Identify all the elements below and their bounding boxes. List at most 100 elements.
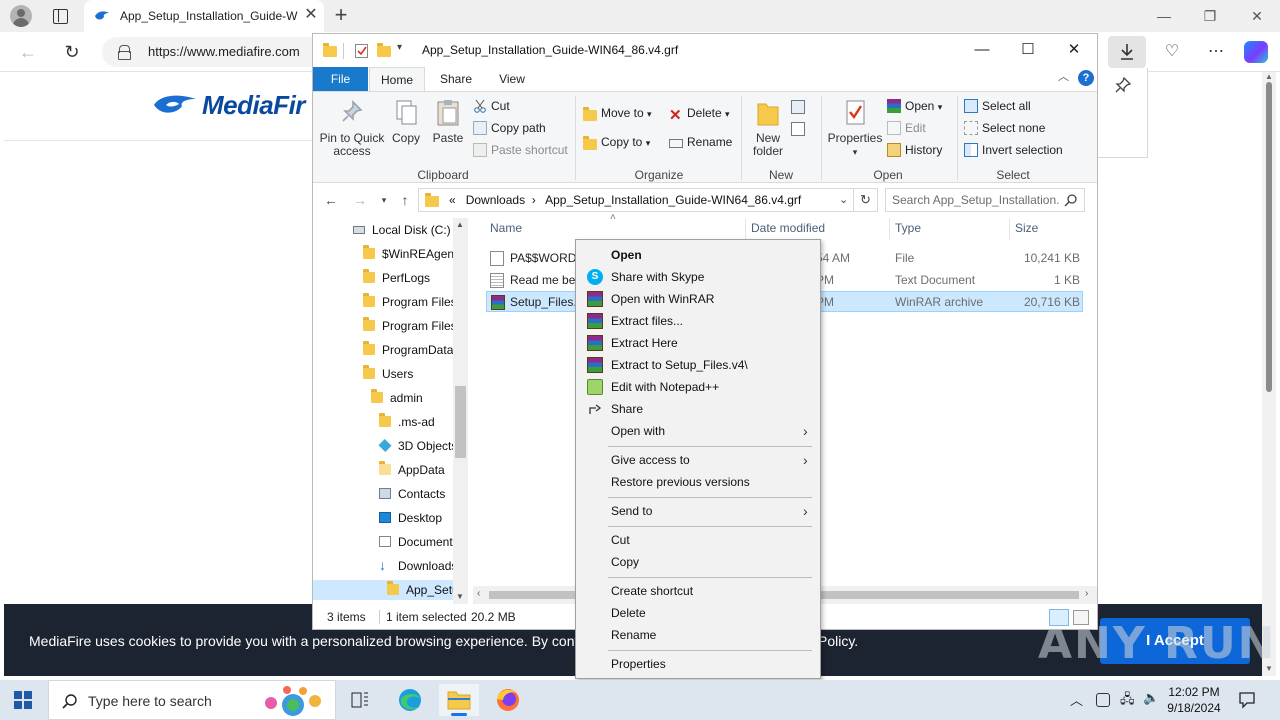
volume-icon[interactable]: 🔈 — [1143, 690, 1159, 706]
paste-button[interactable]: Paste — [431, 98, 465, 145]
browser-maximize-button[interactable]: ❐ — [1199, 6, 1221, 26]
column-header-date[interactable]: Date modified — [751, 221, 825, 235]
scroll-up-icon[interactable]: ▲ — [456, 220, 464, 229]
qa-customize-icon[interactable]: ▾ — [397, 42, 411, 56]
scroll-right-icon[interactable]: › — [1085, 588, 1088, 599]
menu-item-cut[interactable]: Cut — [578, 529, 818, 551]
task-view-icon[interactable] — [340, 684, 380, 716]
tab-home[interactable]: Home — [369, 67, 425, 91]
new-folder-button[interactable]: New folder — [747, 98, 789, 158]
tray-overflow-icon[interactable]: ︿ — [1070, 690, 1083, 709]
menu-item-restore-previous-versions[interactable]: Restore previous versions — [578, 471, 818, 493]
address-segment-downloads[interactable]: Downloads — [466, 193, 525, 207]
ribbon-collapse-icon[interactable]: ︿ — [1058, 69, 1072, 85]
copy-path-button[interactable]: Copy path — [473, 119, 546, 137]
downloads-button[interactable] — [1108, 36, 1146, 68]
column-header-type[interactable]: Type — [895, 221, 921, 235]
profile-avatar-icon[interactable] — [10, 5, 32, 27]
copy-button[interactable]: Copy — [389, 98, 423, 145]
menu-item-properties[interactable]: Properties — [578, 653, 818, 675]
column-header-size[interactable]: Size — [1015, 221, 1038, 235]
pin-to-quick-access-button[interactable]: Pin to Quick access — [319, 98, 385, 158]
invert-selection-button[interactable]: Invert selection — [964, 141, 1063, 159]
forward-arrow-icon[interactable]: → — [351, 191, 369, 209]
file-explorer-taskbar-icon[interactable] — [439, 684, 479, 716]
page-scrollbar[interactable]: ▲ ▼ — [1262, 72, 1276, 676]
history-button[interactable]: History — [887, 141, 942, 159]
firefox-icon[interactable] — [488, 684, 528, 716]
details-view-icon[interactable] — [1049, 609, 1069, 626]
menu-item-copy[interactable]: Copy — [578, 551, 818, 573]
properties-button[interactable]: Properties ▾ — [827, 98, 883, 159]
pin-icon[interactable] — [1114, 76, 1132, 94]
new-item-button[interactable] — [791, 98, 815, 116]
delete-button[interactable]: ✕ Delete ▾ — [669, 104, 730, 123]
network-icon[interactable]: 🖧 — [1120, 690, 1135, 712]
explorer-search-box[interactable]: Search App_Setup_Installation... — [885, 188, 1085, 212]
address-segment-archive[interactable]: App_Setup_Installation_Guide-WIN64_86.v4… — [545, 193, 801, 207]
browser-close-button[interactable]: ✕ — [1246, 6, 1268, 26]
help-icon[interactable]: ? — [1078, 70, 1094, 86]
browser-essentials-icon[interactable]: ♡ — [1160, 40, 1184, 64]
navigation-scrollbar-thumb[interactable] — [455, 386, 466, 458]
lock-icon[interactable] — [118, 45, 131, 60]
open-button[interactable]: Open ▾ — [887, 97, 942, 115]
tab-close-icon[interactable]: ✕ — [302, 6, 320, 24]
menu-item-open-with-winrar[interactable]: Open with WinRAR — [578, 288, 818, 310]
menu-item-open[interactable]: Open — [578, 244, 818, 266]
up-arrow-icon[interactable]: ↑ — [396, 191, 414, 209]
security-tray-icon[interactable] — [1096, 693, 1110, 707]
new-folder-qa-icon[interactable] — [377, 43, 391, 57]
properties-qa-icon[interactable] — [355, 44, 368, 58]
select-none-button[interactable]: Select none — [964, 119, 1045, 137]
cut-button[interactable]: Cut — [473, 97, 510, 115]
move-to-button[interactable]: Move to ▾ — [583, 104, 652, 122]
tree-item-selected[interactable]: App_Setu — [313, 580, 459, 600]
recent-locations-icon[interactable]: ▾ — [375, 191, 393, 209]
explorer-minimize-button[interactable]: — — [970, 38, 994, 62]
tab-share[interactable]: Share — [435, 67, 477, 91]
navigation-scrollbar[interactable]: ▲ ▼ — [453, 218, 468, 604]
menu-item-share-with-skype[interactable]: S Share with Skype — [578, 266, 818, 288]
menu-item-delete[interactable]: Delete — [578, 602, 818, 624]
column-separator[interactable] — [745, 218, 746, 240]
select-all-button[interactable]: Select all — [964, 97, 1031, 115]
url-text[interactable]: https://www.mediafire.com — [148, 44, 300, 59]
copilot-icon[interactable] — [1244, 41, 1268, 63]
column-separator[interactable] — [1009, 218, 1010, 240]
explorer-close-button[interactable]: ✕ — [1062, 38, 1086, 62]
taskbar-search-box[interactable]: Type here to search — [48, 680, 336, 720]
large-icons-view-icon[interactable] — [1073, 610, 1089, 625]
scroll-down-icon[interactable]: ▼ — [456, 592, 464, 601]
menu-item-create-shortcut[interactable]: Create shortcut — [578, 580, 818, 602]
scroll-left-icon[interactable]: ‹ — [477, 588, 480, 599]
menu-item-share[interactable]: Share — [578, 398, 818, 420]
edge-browser-icon[interactable] — [390, 684, 430, 716]
copy-to-button[interactable]: Copy to ▾ — [583, 133, 650, 151]
tab-actions-icon[interactable] — [50, 6, 70, 26]
menu-item-extract-to[interactable]: Extract to Setup_Files.v4\ — [578, 354, 818, 376]
refresh-icon[interactable]: ↻ — [60, 40, 84, 64]
browser-tab-active[interactable]: App_Setup_Installation_Guide-W ✕ — [84, 0, 324, 32]
tab-view[interactable]: View — [491, 67, 533, 91]
refresh-icon[interactable]: ↻ — [854, 188, 878, 212]
menu-item-extract-files[interactable]: Extract files... — [578, 310, 818, 332]
address-path[interactable]: « Downloads › App_Setup_Installation_Gui… — [449, 193, 801, 207]
column-header-name[interactable]: Name — [490, 221, 522, 235]
menu-item-give-access-to[interactable]: Give access to › — [578, 449, 818, 471]
easy-access-button[interactable] — [791, 120, 815, 138]
back-icon[interactable]: ← — [16, 40, 40, 64]
menu-item-extract-here[interactable]: Extract Here — [578, 332, 818, 354]
back-arrow-icon[interactable]: ← — [322, 191, 340, 209]
explorer-address-bar[interactable]: « Downloads › App_Setup_Installation_Gui… — [418, 188, 854, 212]
column-separator[interactable] — [889, 218, 890, 240]
more-options-icon[interactable]: ⋯ — [1204, 40, 1228, 64]
address-overflow[interactable]: « — [449, 193, 456, 207]
explorer-maximize-button[interactable]: ☐ — [1016, 38, 1040, 62]
tab-file[interactable]: File — [313, 67, 368, 91]
menu-item-open-with[interactable]: Open with › — [578, 420, 818, 442]
edit-button[interactable]: Edit — [887, 119, 926, 137]
windows-start-icon[interactable] — [14, 691, 32, 709]
cookie-policy-text[interactable]: Policy. — [818, 633, 858, 649]
paste-shortcut-button[interactable]: Paste shortcut — [473, 141, 568, 159]
